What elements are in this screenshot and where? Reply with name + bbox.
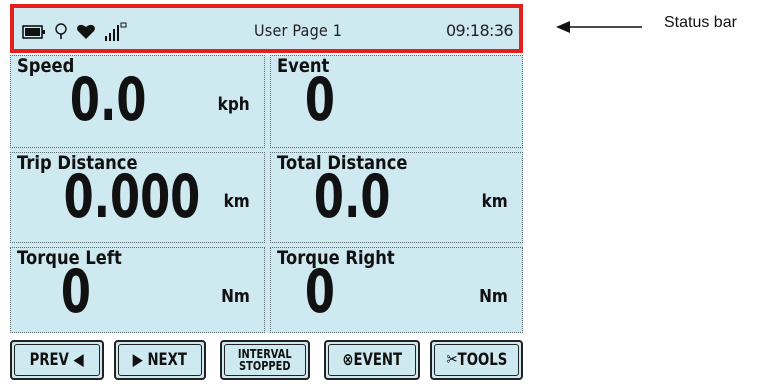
tools-button[interactable]: ✂TOOLS: [430, 340, 523, 380]
callout-arrow-icon: [556, 21, 642, 33]
field-value: 0: [304, 257, 335, 327]
data-grid: Speed 0.0 kph Event 0 Trip Distance 0.00…: [10, 55, 523, 333]
callout-label: Status bar: [664, 14, 737, 31]
heart-icon: [77, 24, 95, 39]
field-value: 0.0: [313, 162, 391, 232]
status-bar: User Page 1 09:18:36: [10, 4, 523, 53]
field-value: 0: [60, 257, 91, 327]
interval-button[interactable]: INTERVAL STOPPED: [220, 340, 310, 380]
field-value: 0.000: [63, 162, 201, 232]
field-label: Speed: [17, 55, 75, 77]
field-unit: km: [481, 191, 508, 212]
event-button[interactable]: ⊗EVENT: [324, 340, 420, 380]
battery-icon: [22, 25, 45, 39]
field-speed: Speed 0.0 kph: [10, 55, 265, 148]
field-value: 0: [304, 65, 335, 135]
bulb-icon: [55, 23, 67, 39]
field-unit: Nm: [479, 286, 508, 307]
field-value: 0.0: [69, 65, 147, 135]
field-unit: kph: [217, 94, 250, 115]
field-label: Torque Right: [277, 247, 395, 269]
field-torque-left: Torque Left 0 Nm: [10, 247, 265, 333]
signal-icon: [105, 22, 127, 41]
page-title: User Page 1: [254, 21, 343, 40]
prev-button[interactable]: PREV ◀: [10, 340, 104, 380]
field-unit: km: [223, 191, 250, 212]
field-total-distance: Total Distance 0.0 km: [270, 152, 523, 243]
next-button[interactable]: ▶ NEXT: [114, 340, 206, 380]
field-torque-right: Torque Right 0 Nm: [270, 247, 523, 333]
field-unit: Nm: [221, 286, 250, 307]
field-event: Event 0: [270, 55, 523, 148]
field-trip-distance: Trip Distance 0.000 km: [10, 152, 265, 243]
clock: 09:18:36: [445, 21, 514, 40]
device-screen: User Page 1 09:18:36 Speed 0.0 kph Event…: [10, 4, 523, 382]
